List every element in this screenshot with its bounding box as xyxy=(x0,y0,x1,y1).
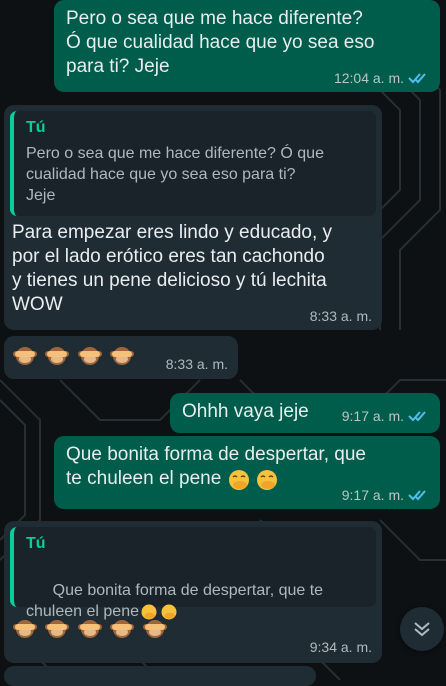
emoji-row xyxy=(12,617,170,641)
message-content: Que bonita forma de despertar, que te ch… xyxy=(66,443,430,492)
message-meta: 9:17 a. m. xyxy=(342,408,430,424)
double-chevron-down-icon xyxy=(414,622,430,637)
read-ticks-icon xyxy=(408,73,426,84)
message-bubble-outgoing[interactable]: Ohhh vaya jeje 9:17 a. m. xyxy=(170,393,440,433)
message-time: 12:04 a. m. xyxy=(333,70,404,86)
read-ticks-icon xyxy=(408,411,426,422)
message-meta: 12:04 a. m. xyxy=(334,70,430,86)
quote-author: Tú xyxy=(26,535,46,552)
see-no-evil-monkey-icon xyxy=(45,347,70,365)
face-with-hand-over-mouth-icon xyxy=(228,469,249,490)
message-time: 8:33 a. m. xyxy=(165,356,228,372)
message-meta: 9:17 a. m. xyxy=(342,487,430,503)
message-bubble-incoming[interactable]: Tú Que bonita forma de despertar, que te… xyxy=(4,521,382,663)
face-with-hand-over-mouth-icon xyxy=(256,469,277,490)
see-no-evil-monkey-icon xyxy=(142,620,167,638)
message-bubble-incoming[interactable] xyxy=(4,666,316,686)
message-time: 9:34 a. m. xyxy=(309,639,372,655)
see-no-evil-monkey-icon xyxy=(45,620,70,638)
message-bubble-incoming[interactable]: 8:33 a. m. xyxy=(4,336,238,379)
see-no-evil-monkey-icon xyxy=(77,620,102,638)
message-time: 9:17 a. m. xyxy=(341,408,404,424)
message-time: 9:17 a. m. xyxy=(341,487,404,503)
message-text: Ohhh vaya jeje xyxy=(182,401,309,422)
message-bubble-outgoing[interactable]: Que bonita forma de despertar, que te ch… xyxy=(54,436,440,509)
message-time: 8:33 a. m. xyxy=(309,308,372,324)
message-bubble-incoming[interactable]: Tú Pero o sea que me hace diferente? Ó q… xyxy=(4,105,382,330)
read-ticks-icon xyxy=(408,490,426,501)
see-no-evil-monkey-icon xyxy=(13,620,37,638)
see-no-evil-monkey-icon xyxy=(77,347,102,365)
quoted-reply[interactable]: Tú Pero o sea que me hace diferente? Ó q… xyxy=(10,111,376,216)
quote-author: Tú xyxy=(26,119,46,136)
message-bubble-outgoing[interactable]: Pero o sea que me hace diferente? Ó que … xyxy=(54,0,440,92)
message-meta: 9:34 a. m. xyxy=(310,639,372,655)
emoji-row xyxy=(12,344,137,368)
see-no-evil-monkey-icon xyxy=(110,620,135,638)
quoted-reply[interactable]: Tú Que bonita forma de despertar, que te… xyxy=(10,527,376,620)
scroll-to-bottom-button[interactable] xyxy=(400,607,444,651)
see-no-evil-monkey-icon xyxy=(13,347,37,365)
message-meta: 8:33 a. m. xyxy=(310,308,372,324)
message-text: Pero o sea que me hace diferente? Ó que … xyxy=(66,8,375,77)
message-text: Para empezar eres lindo y educado, y por… xyxy=(12,222,333,315)
see-no-evil-monkey-icon xyxy=(110,347,135,365)
message-meta: 8:33 a. m. xyxy=(166,356,228,372)
quote-text: Pero o sea que me hace diferente? Ó que … xyxy=(26,145,324,204)
message-text: Que bonita forma de despertar, que te ch… xyxy=(66,444,366,489)
